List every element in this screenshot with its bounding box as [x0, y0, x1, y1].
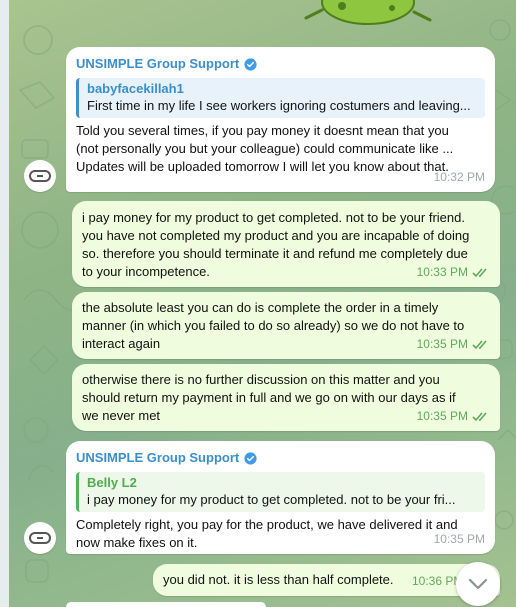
sender-name[interactable]: UNSIMPLE Group Support: [76, 55, 485, 73]
verified-badge-icon: [244, 451, 257, 465]
message-meta: 10:35 PM: [417, 335, 490, 353]
reply-quote[interactable]: babyfacekillah1 First time in my life I …: [76, 78, 485, 118]
message-text: Told you several times, if you pay money…: [76, 123, 454, 174]
group-avatar-icon: [29, 532, 51, 544]
quote-author: babyfacekillah1: [87, 81, 184, 96]
left-panel-edge: [0, 0, 9, 607]
double-check-icon: [472, 339, 487, 349]
group-avatar[interactable]: [24, 160, 56, 192]
double-check-icon: [472, 267, 487, 277]
chevron-down-icon: [468, 578, 488, 590]
double-check-icon: [472, 411, 487, 421]
message-meta: 10:35 PM: [417, 407, 490, 425]
message-time: 10:35 PM: [416, 409, 468, 423]
message-meta: 10:33 PM: [417, 263, 490, 281]
outgoing-message[interactable]: otherwise there is no further discussion…: [72, 364, 500, 431]
incoming-message[interactable]: UNSIMPLE Group Support Belly L2 i pay mo…: [66, 441, 495, 554]
outgoing-message[interactable]: i pay money for my product to get comple…: [72, 201, 500, 287]
outgoing-message[interactable]: you did not. it is less than half comple…: [153, 564, 500, 596]
incoming-message[interactable]: UNSIMPLE Group Support babyfacekillah1 F…: [66, 47, 495, 192]
scroll-to-bottom-button[interactable]: [456, 562, 500, 606]
verified-badge-icon: [244, 57, 257, 71]
sticker-image: [304, 0, 432, 25]
next-message-peek: [66, 602, 266, 607]
message-meta: 10:32 PM: [434, 168, 485, 186]
message-time: 10:35 PM: [433, 532, 485, 546]
message-meta: 10:35 PM: [434, 530, 485, 548]
message-time: 10:33 PM: [416, 265, 468, 279]
group-avatar[interactable]: [24, 522, 56, 554]
quote-text: First time in my life I see workers igno…: [87, 98, 471, 113]
quote-text: i pay money for my product to get comple…: [87, 492, 456, 507]
reply-quote[interactable]: Belly L2 i pay money for my product to g…: [76, 472, 485, 512]
quote-author: Belly L2: [87, 475, 137, 490]
message-time: 10:32 PM: [433, 170, 485, 184]
outgoing-message[interactable]: the absolute least you can do is complet…: [72, 292, 500, 359]
message-text: Completely right, you pay for the produc…: [76, 517, 458, 550]
sender-name[interactable]: UNSIMPLE Group Support: [76, 449, 485, 467]
group-avatar-icon: [29, 170, 51, 182]
message-time: 10:35 PM: [416, 337, 468, 351]
